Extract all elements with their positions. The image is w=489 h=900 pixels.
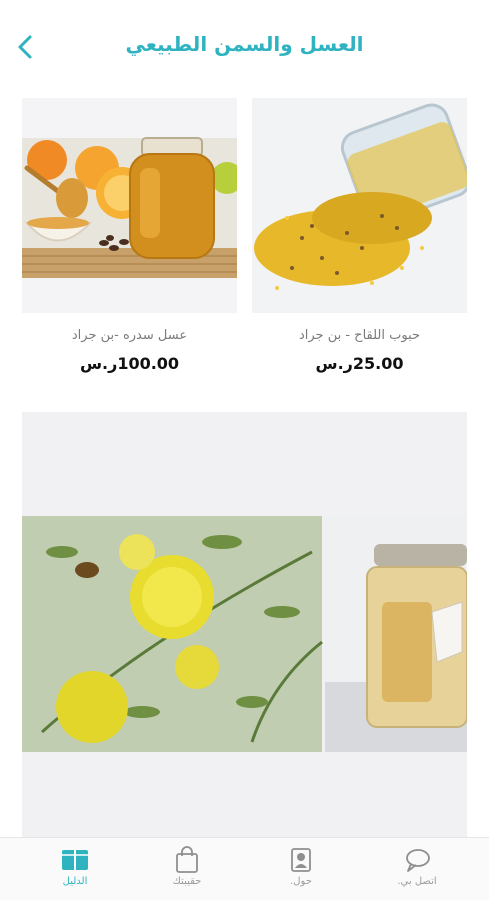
featured-image xyxy=(22,412,467,838)
product-card-honey[interactable] xyxy=(22,98,237,313)
nav-label: حقيبتك xyxy=(172,876,202,887)
page-title: العسل والسمن الطبيعي xyxy=(125,32,364,56)
shopping-bag-icon xyxy=(176,846,198,873)
back-button[interactable] xyxy=(8,30,42,64)
nav-item-contact[interactable]: اتصل بي. xyxy=(362,844,472,896)
nav-label: اتصل بي. xyxy=(397,876,437,887)
chat-bubble-icon xyxy=(406,849,430,872)
nav-item-guide[interactable]: الدليل xyxy=(20,844,130,896)
nav-label: الدليل xyxy=(62,876,88,887)
product-price: 25.00ر.س xyxy=(315,354,404,373)
nav-label: حول. xyxy=(290,876,312,887)
product-card-featured[interactable] xyxy=(22,412,467,838)
pollen-image xyxy=(252,98,467,313)
product-price: 100.00ر.س xyxy=(79,354,180,373)
nav-item-bag[interactable]: حقيبتك xyxy=(132,844,242,896)
nav-item-about[interactable]: حول. xyxy=(246,844,356,896)
app-header: العسل والسمن الطبيعي xyxy=(0,0,489,90)
book-icon xyxy=(62,850,88,870)
honey-jar-image xyxy=(22,98,237,313)
profile-icon xyxy=(291,848,311,872)
chevron-left-icon xyxy=(18,35,32,59)
product-name: حبوب اللقاح - بن جراد xyxy=(298,328,421,343)
product-card-pollen[interactable] xyxy=(252,98,467,313)
product-name: عسل سدره -بن جراد xyxy=(71,328,188,343)
bottom-navigation: الدليل حقيبتك حول. اتصل بي. xyxy=(0,837,489,900)
